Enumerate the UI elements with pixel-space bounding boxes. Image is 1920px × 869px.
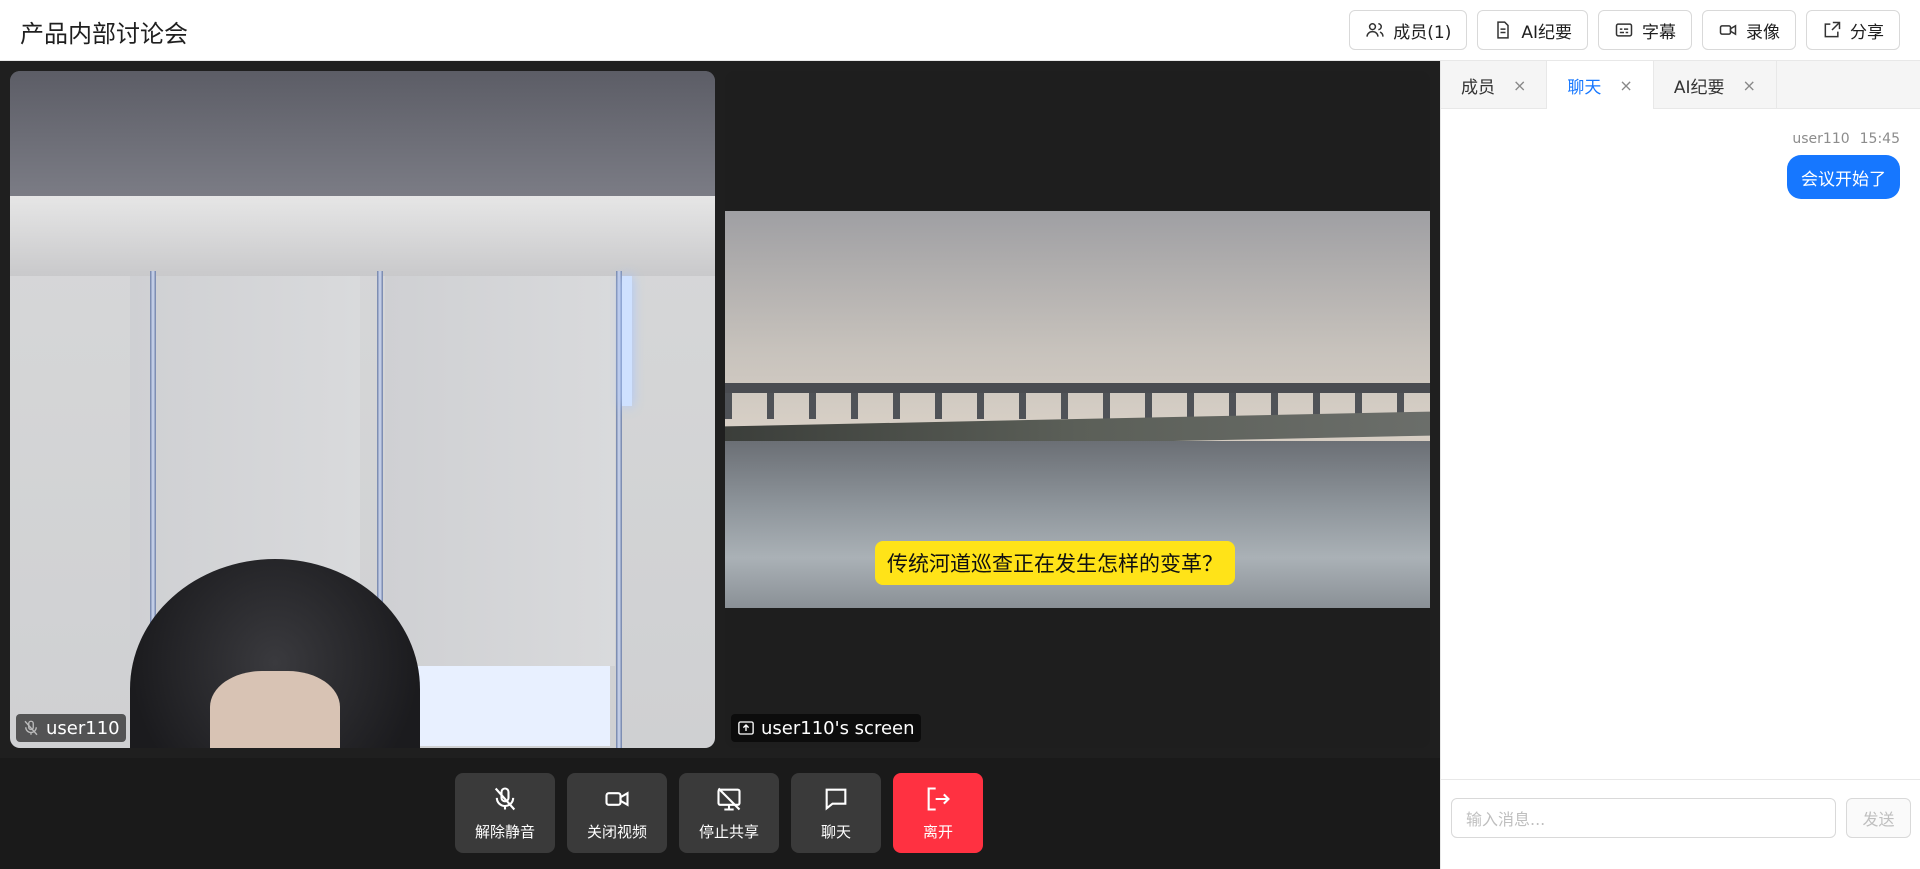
side-panel: 成员 × 聊天 × AI纪要 × user110 15:45 会议开始了 输入消… <box>1440 61 1920 869</box>
leave-button-label: 离开 <box>922 822 953 841</box>
captions-button-label: 字幕 <box>1642 22 1676 43</box>
record-button-label: 录像 <box>1746 22 1780 43</box>
close-icon[interactable]: × <box>1742 76 1755 95</box>
chat-message-bubble: 会议开始了 <box>1787 155 1900 199</box>
camera-feed-ceiling <box>10 71 715 196</box>
camera-tile[interactable]: user110 <box>10 71 715 748</box>
panel-tabs: 成员 × 聊天 × AI纪要 × <box>1441 61 1920 109</box>
stop-video-button-label: 关闭视频 <box>586 822 647 841</box>
chat-button[interactable]: 聊天 <box>791 773 881 853</box>
chat-message-input[interactable]: 输入消息... <box>1451 798 1836 838</box>
send-button[interactable]: 发送 <box>1846 798 1911 838</box>
leave-icon <box>927 786 950 811</box>
screen-share-name-tag: user110's screen <box>731 714 921 742</box>
document-icon <box>1497 21 1510 39</box>
tab-chat-label: 聊天 <box>1567 77 1602 98</box>
share-button-label: 分享 <box>1850 22 1884 43</box>
captions-button[interactable]: 字幕 <box>1598 10 1692 50</box>
share-icon <box>1824 21 1841 38</box>
chat-message-meta: user110 15:45 <box>1792 131 1900 147</box>
members-button-label: 成员(1) <box>1393 22 1452 43</box>
shared-screen-bridge <box>725 383 1430 393</box>
unmute-button-label: 解除静音 <box>474 822 535 841</box>
captions-icon <box>1615 23 1633 37</box>
tab-members[interactable]: 成员 × <box>1441 61 1548 109</box>
screen-share-icon <box>738 721 754 735</box>
top-bar: 产品内部讨论会 成员(1) AI纪要 字幕 录像 分享 <box>0 0 1920 61</box>
chat-button-label: 聊天 <box>820 822 851 841</box>
shared-screen-content: 传统河道巡查正在发生怎样的变革？ <box>725 211 1430 608</box>
video-stage: user110 传统河道巡查正在发生怎样的变革？ user110's scree… <box>0 61 1440 758</box>
stop-share-icon <box>717 787 741 811</box>
users-icon <box>1366 23 1384 37</box>
meeting-controls: 解除静音 关闭视频 停止共享 聊天 离开 <box>0 758 1440 869</box>
header-actions: 成员(1) AI纪要 字幕 录像 分享 <box>1349 10 1900 50</box>
unmute-button[interactable]: 解除静音 <box>455 773 555 853</box>
chat-composer: 输入消息... 发送 <box>1441 779 1920 869</box>
ai-summary-button-label: AI纪要 <box>1521 22 1572 43</box>
share-button[interactable]: 分享 <box>1806 10 1900 50</box>
camera-feed-window <box>400 666 610 746</box>
stop-share-button-label: 停止共享 <box>698 822 759 841</box>
video-icon <box>605 790 629 807</box>
leave-button[interactable]: 离开 <box>893 773 983 853</box>
camera-feed-blind <box>385 276 615 666</box>
chat-icon <box>825 788 847 811</box>
video-caption: 传统河道巡查正在发生怎样的变革？ <box>875 541 1235 585</box>
mic-off-icon <box>494 786 516 810</box>
stop-share-button[interactable]: 停止共享 <box>679 773 779 853</box>
record-button[interactable]: 录像 <box>1702 10 1796 50</box>
screen-share-tile[interactable]: 传统河道巡查正在发生怎样的变革？ user110's screen <box>725 71 1430 748</box>
camera-feed-light <box>622 276 632 406</box>
camera-feed-trim <box>10 196 715 276</box>
video-record-icon <box>1719 24 1737 36</box>
mic-muted-icon <box>24 720 38 736</box>
members-button[interactable]: 成员(1) <box>1349 10 1468 50</box>
screen-share-name: user110's screen <box>761 717 915 739</box>
participant-name: user110 <box>46 717 120 739</box>
participant-name-tag: user110 <box>16 714 126 742</box>
close-icon[interactable]: × <box>1619 76 1632 95</box>
tab-chat[interactable]: 聊天 × <box>1547 61 1654 109</box>
ai-summary-button[interactable]: AI纪要 <box>1477 10 1588 50</box>
camera-feed-face <box>210 671 340 748</box>
meeting-title: 产品内部讨论会 <box>20 20 188 48</box>
tab-ai-summary-label: AI纪要 <box>1673 77 1725 98</box>
tab-members-label: 成员 <box>1461 77 1495 98</box>
chat-message-user: user110 <box>1792 131 1850 147</box>
tab-ai-summary[interactable]: AI纪要 × <box>1654 61 1777 109</box>
close-icon[interactable]: × <box>1513 76 1526 95</box>
chat-message-time: 15:45 <box>1859 131 1900 147</box>
stop-video-button[interactable]: 关闭视频 <box>567 773 667 853</box>
